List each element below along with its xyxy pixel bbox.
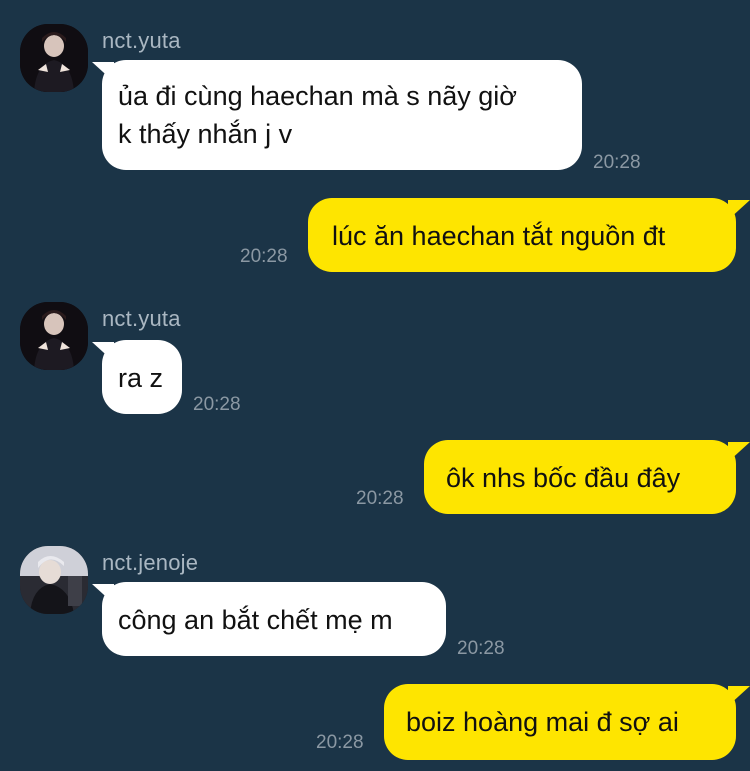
message-timestamp: 20:28 <box>457 638 505 659</box>
message-text-line: ôk nhs bốc đầu đây <box>446 463 681 493</box>
message-bubble[interactable]: boiz hoàng mai đ sợ ai <box>384 684 736 760</box>
avatar-photo-icon <box>20 24 88 92</box>
message-bubble[interactable]: ra z <box>102 340 182 414</box>
message-timestamp: 20:28 <box>193 394 241 415</box>
message-text-line: boiz hoàng mai đ sợ ai <box>406 707 679 737</box>
message-bubble[interactable]: lúc ăn haechan tắt nguồn đt <box>308 198 736 272</box>
sender-name: nct.yuta <box>102 306 181 331</box>
message-text-line: ra z <box>118 363 164 393</box>
message-text-line: k thấy nhắn j v <box>118 119 293 149</box>
chat-thread: nct.yuta ủa đi cùng haechan mà s nãy giờ… <box>0 0 750 771</box>
sender-avatar[interactable] <box>20 302 88 370</box>
avatar-photo-icon <box>20 302 88 370</box>
message-text-line: công an bắt chết mẹ m <box>118 605 393 635</box>
sender-avatar[interactable] <box>20 546 88 614</box>
message-timestamp: 20:28 <box>240 246 288 267</box>
message-bubble[interactable]: công an bắt chết mẹ m <box>102 582 446 656</box>
message-text-line: ủa đi cùng haechan mà s nãy giờ <box>118 81 517 111</box>
sender-name: nct.yuta <box>102 28 181 53</box>
sender-name: nct.jenoje <box>102 550 199 575</box>
avatar-photo-icon <box>20 546 88 614</box>
message-bubble[interactable]: ủa đi cùng haechan mà s nãy giờ k thấy n… <box>102 60 582 170</box>
message-timestamp: 20:28 <box>593 152 641 173</box>
message-bubble[interactable]: ôk nhs bốc đầu đây <box>424 440 736 514</box>
message-timestamp: 20:28 <box>356 488 404 509</box>
message-timestamp: 20:28 <box>316 732 364 753</box>
sender-avatar[interactable] <box>20 24 88 92</box>
message-text-line: lúc ăn haechan tắt nguồn đt <box>332 221 666 251</box>
